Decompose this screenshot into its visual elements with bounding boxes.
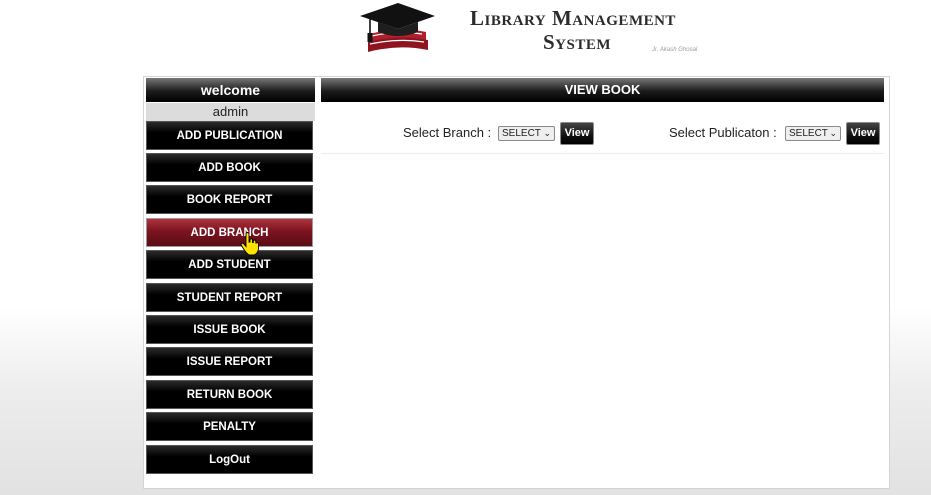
sidebar-item-penalty[interactable]: PENALTY [146, 412, 313, 441]
main-content: VIEW BOOK Select Branch : SELECT ⌄ View … [321, 78, 884, 154]
sidebar-item-logout[interactable]: LogOut [146, 445, 313, 474]
sidebar-item-issue-report[interactable]: ISSUE REPORT [146, 347, 313, 376]
sidebar-item-add-student[interactable]: ADD STUDENT [146, 250, 313, 279]
branch-select[interactable]: SELECT ⌄ [498, 126, 555, 141]
sidebar-item-issue-book[interactable]: ISSUE BOOK [146, 315, 313, 344]
page-title: VIEW BOOK [321, 78, 884, 102]
branch-filter-label: Select Branch : [403, 125, 492, 140]
sidebar-welcome-header: welcome [146, 78, 315, 102]
sidebar-item-add-publication[interactable]: ADD PUBLICATION [146, 121, 313, 150]
sidebar-item-add-book[interactable]: ADD BOOK [146, 153, 313, 182]
view-by-branch-button[interactable]: View [560, 122, 594, 145]
app-title-line1: Library Management [470, 6, 676, 30]
author-byline: Jr. Akash Ghosal [652, 47, 698, 53]
current-user-label: admin [146, 103, 315, 121]
graduation-cap-books-icon [360, 3, 435, 52]
publication-select-value: SELECT [789, 128, 828, 139]
sidebar-item-book-report[interactable]: BOOK REPORT [146, 185, 313, 214]
app-header: Library Management System Jr. Akash Ghos… [0, 0, 931, 75]
sidebar: welcome admin [146, 78, 315, 121]
filter-bar: Select Branch : SELECT ⌄ View Select Pub… [321, 110, 884, 154]
publication-filter-label: Select Publicaton : [669, 125, 777, 140]
publication-select[interactable]: SELECT ⌄ [785, 126, 841, 141]
view-by-publication-button[interactable]: View [846, 122, 880, 145]
hand-cursor-icon [240, 232, 259, 256]
chevron-down-icon: ⌄ [543, 128, 551, 138]
chevron-down-icon: ⌄ [829, 128, 837, 138]
sidebar-item-return-book[interactable]: RETURN BOOK [146, 380, 313, 409]
sidebar-item-add-branch[interactable]: ADD BRANCH [146, 218, 313, 247]
sidebar-item-student-report[interactable]: STUDENT REPORT [146, 283, 313, 312]
branch-select-value: SELECT [502, 128, 541, 139]
